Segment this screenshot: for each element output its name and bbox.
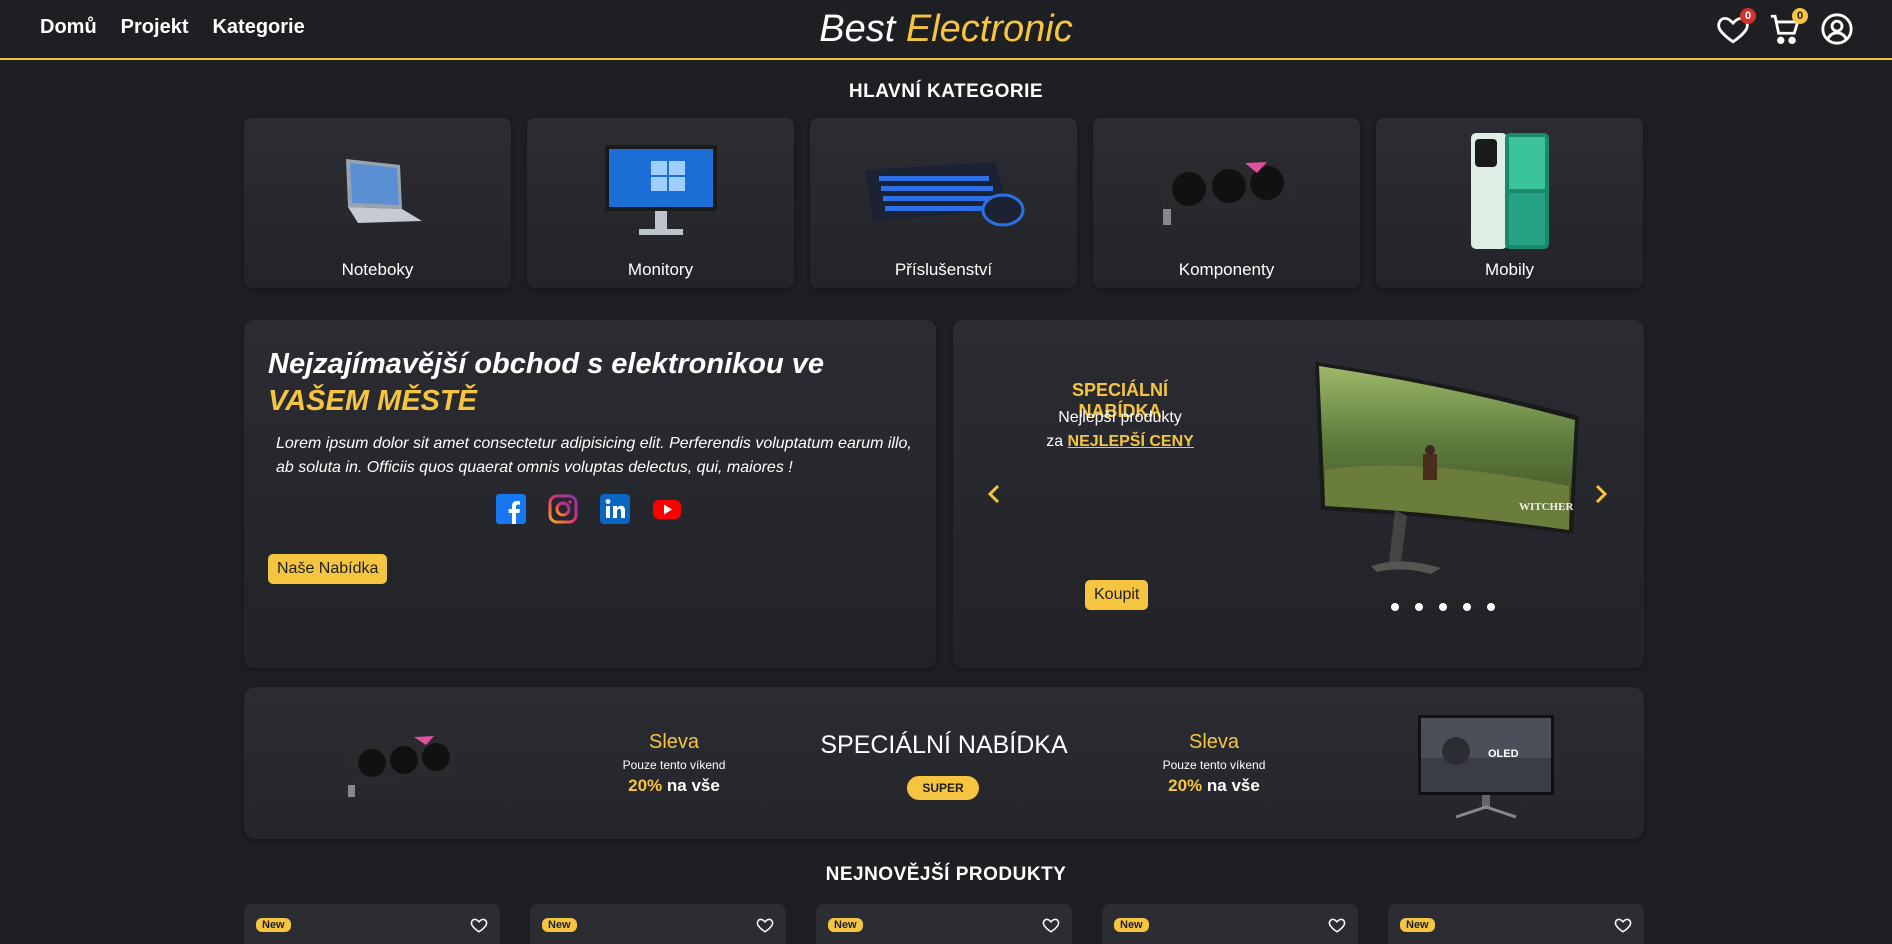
monitor-image [527, 132, 794, 250]
carousel-prev-arrow-icon[interactable] [983, 482, 1007, 506]
carousel-sub2-highlight: NEJLEPŠÍ CENY [1067, 433, 1194, 450]
laptop-image [244, 132, 511, 250]
graphics-card-image [1093, 132, 1360, 250]
category-card-komponenty[interactable]: Komponenty [1093, 118, 1360, 288]
heart-icon[interactable] [1614, 916, 1632, 934]
categories-title: HLAVNÍ KATEGORIE [848, 81, 1044, 102]
promo-monitor-image: OLED [1416, 713, 1556, 828]
heart-icon[interactable] [1042, 916, 1060, 934]
heart-icon[interactable] [756, 916, 774, 934]
discount-note: Pouze tento víkend [1162, 758, 1266, 772]
hero-description: Lorem ipsum dolor sit amet consectetur a… [276, 435, 912, 476]
svg-text:OLED: OLED [1488, 748, 1519, 760]
hero-title: Nejzajímavější obchod s elektronikou ve … [268, 346, 824, 420]
hero-panel: Nejzajímavější obchod s elektronikou ve … [244, 320, 936, 668]
promo-discount-left: Sleva Pouze tento víkend 20% na vše [574, 731, 774, 796]
navbar: Domů Projekt Kategorie Best Electronic 0… [0, 0, 1892, 60]
wishlist-button[interactable]: 0 [1716, 8, 1756, 46]
carousel-sub2: za NEJLEPŠÍ CENY [1030, 430, 1210, 454]
heart-icon[interactable] [470, 916, 488, 934]
carousel-sub1: Nejlepší produkty [1058, 409, 1182, 426]
carousel-dots [1391, 603, 1495, 611]
carousel-sub2-prefix: za [1046, 433, 1064, 450]
curved-monitor-image: WITCHER [1311, 360, 1583, 586]
instagram-icon[interactable] [548, 494, 578, 524]
category-card-prislusenstvi[interactable]: Příslušenství [810, 118, 1077, 288]
carousel-dot-4[interactable] [1463, 603, 1471, 611]
discount-amount: 20% na vše [1114, 776, 1314, 796]
social-links [496, 494, 682, 524]
brand-part2: Electronic [905, 8, 1073, 50]
product-card[interactable]: New [244, 904, 500, 944]
youtube-icon[interactable] [652, 494, 682, 524]
product-card[interactable]: New [530, 904, 786, 944]
nav-icons: 0 0 [1716, 8, 1854, 46]
promo-center-title: SPECIÁLNÍ NABÍDKA [820, 731, 1068, 759]
carousel-dot-3[interactable] [1439, 603, 1447, 611]
promo-banner: Sleva Pouze tento víkend 20% na vše SPEC… [244, 687, 1644, 839]
product-card[interactable]: New [816, 904, 1072, 944]
discount-note: Pouze tento víkend [622, 758, 726, 772]
hero-title-line1: Nejzajímavější obchod s elektronikou ve [268, 348, 825, 380]
discount-title: Sleva [1188, 731, 1240, 753]
category-label: Noteboky [341, 260, 414, 279]
our-offer-button[interactable]: Naše Nabídka [268, 554, 388, 584]
category-list: Noteboky Monitory Příslušenství Komponen… [244, 118, 1643, 288]
category-card-noteboky[interactable]: Noteboky [244, 118, 511, 288]
facebook-icon[interactable] [496, 494, 526, 524]
discount-percent: 20% [628, 776, 663, 795]
super-badge: SUPER [907, 776, 979, 800]
category-label: Monitory [627, 260, 694, 279]
category-label: Komponenty [1178, 260, 1275, 279]
keyboard-mouse-image [810, 132, 1077, 250]
discount-percent: 20% [1168, 776, 1203, 795]
category-label: Mobily [1484, 260, 1535, 279]
carousel-dot-5[interactable] [1487, 603, 1495, 611]
promo-discount-right: Sleva Pouze tento víkend 20% na vše [1114, 731, 1314, 796]
cart-count-badge: 0 [1792, 8, 1808, 24]
category-card-mobily[interactable]: Mobily [1376, 118, 1643, 288]
wishlist-count-badge: 0 [1740, 8, 1756, 24]
smartphone-image [1376, 132, 1643, 250]
linkedin-icon[interactable] [600, 494, 630, 524]
discount-scope: na vše [1206, 776, 1260, 795]
carousel-offer-subtitle: Nejlepší produkty za NEJLEPŠÍ CENY [1030, 406, 1210, 454]
offer-carousel: SPECIÁLNÍ NABÍDKA Nejlepší produkty za N… [953, 320, 1644, 668]
account-button[interactable] [1820, 12, 1854, 46]
product-card[interactable]: New [1102, 904, 1358, 944]
brand-part1: Best [819, 8, 896, 50]
hero-title-line2: VAŠEM MĚSTĚ [268, 385, 477, 417]
product-list: New New New New New [244, 904, 1644, 944]
svg-text:WITCHER: WITCHER [1519, 501, 1574, 513]
newest-products-title: NEJNOVĚJŠÍ PRODUKTY [825, 864, 1067, 885]
promo-graphics-card-image [342, 729, 462, 804]
discount-scope: na vše [666, 776, 720, 795]
category-card-monitory[interactable]: Monitory [527, 118, 794, 288]
carousel-next-arrow-icon[interactable] [1588, 482, 1612, 506]
brand-logo[interactable]: Best Electronic [0, 8, 1892, 51]
carousel-dot-2[interactable] [1415, 603, 1423, 611]
cart-button[interactable]: 0 [1768, 8, 1808, 46]
carousel-dot-1[interactable] [1391, 603, 1399, 611]
buy-button[interactable]: Koupit [1085, 580, 1149, 610]
discount-title: Sleva [648, 731, 700, 753]
user-circle-icon [1821, 13, 1853, 45]
product-card[interactable]: New [1388, 904, 1644, 944]
heart-icon[interactable] [1328, 916, 1346, 934]
discount-amount: 20% na vše [574, 776, 774, 796]
category-label: Příslušenství [894, 260, 993, 279]
